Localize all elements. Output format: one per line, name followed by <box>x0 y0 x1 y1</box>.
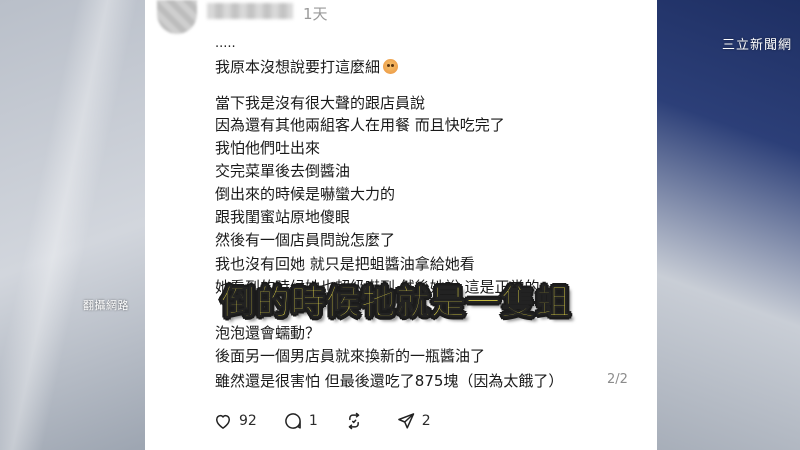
emoji-face-icon <box>383 59 399 74</box>
post-line-4: 我怕他們吐出來 <box>215 139 321 157</box>
blurred-username[interactable] <box>207 3 293 19</box>
page-counter: 2/2 <box>607 372 628 387</box>
share-count: 2 <box>421 413 431 429</box>
comment-icon <box>285 413 301 429</box>
comment-button[interactable]: 1 <box>283 411 318 431</box>
post-line-5: 交完菜單後去倒醬油 <box>215 162 351 180</box>
post-line-13: 雖然還是很害怕 但最後還吃了875塊（因為太餓了） <box>215 372 564 390</box>
action-bar: 92 1 2 <box>213 409 457 433</box>
post-line-9: 我也沒有回她 就只是把蛆醬油拿給她看 <box>215 255 475 273</box>
post-line-2: 當下我是沒有很大聲的跟店員說 <box>215 94 426 112</box>
like-count: 92 <box>239 413 257 429</box>
post-line-1: 我原本沒想說要打這麼細 <box>215 56 399 77</box>
post-line-11: 泡泡還會蠕動？ <box>215 324 321 342</box>
repost-button[interactable] <box>344 411 370 431</box>
background-left-panel <box>0 0 145 450</box>
post-ellipsis: ..... <box>215 36 236 51</box>
heart-icon <box>216 414 230 429</box>
send-icon <box>397 413 414 429</box>
post-line-3: 因為還有其他兩組客人在用餐 而且快吃完了 <box>215 116 505 134</box>
share-button[interactable]: 2 <box>396 411 431 431</box>
post-card: 1天 ..... 我原本沒想說要打這麼細 當下我是沒有很大聲的跟店員說 因為還有… <box>145 0 657 450</box>
source-watermark: 翻攝網路 <box>83 299 129 312</box>
post-line-8: 然後有一個店員問說怎麼了 <box>215 231 396 249</box>
post-line-12: 後面另一個男店員就來換新的一瓶醬油了 <box>215 347 486 365</box>
post-time: 1天 <box>303 5 328 23</box>
repost-icon <box>348 412 360 430</box>
avatar[interactable] <box>157 0 197 34</box>
channel-logo: 三立新聞網 <box>721 38 792 53</box>
post-line-6: 倒出來的時候是嚇蠻大力的 <box>215 185 396 203</box>
news-caption: 倒的時候牠就是一隻蛆 <box>221 283 571 324</box>
post-line-7: 跟我閨蜜站原地傻眼 <box>215 208 351 226</box>
background-right-panel <box>655 0 800 450</box>
like-button[interactable]: 92 <box>213 411 257 431</box>
comment-count: 1 <box>308 413 318 429</box>
